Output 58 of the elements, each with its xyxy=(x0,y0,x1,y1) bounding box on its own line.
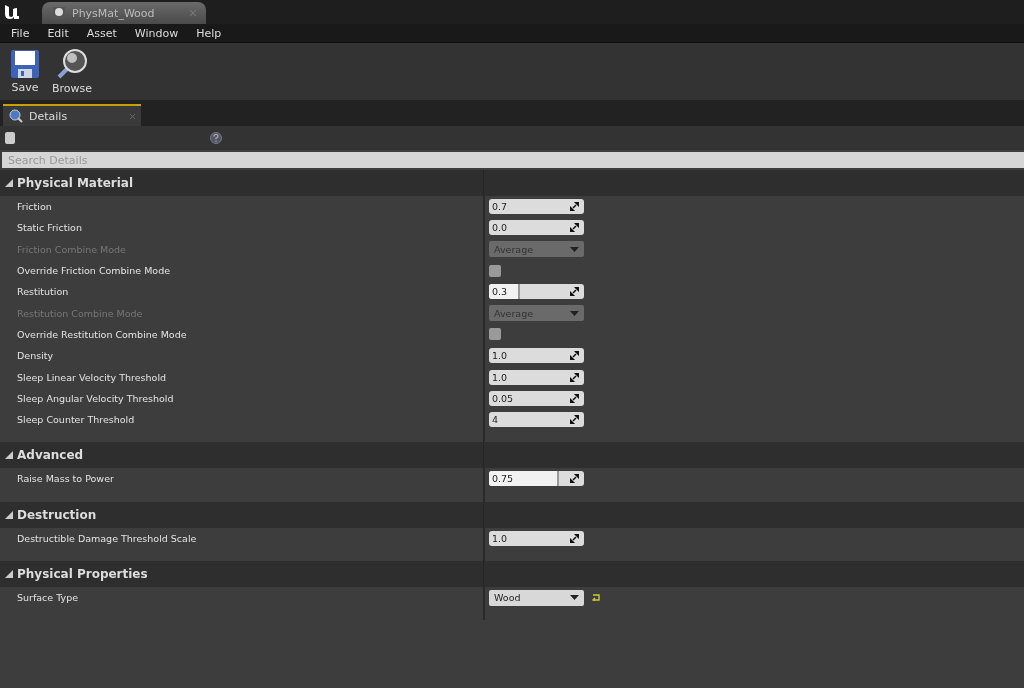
property-label: Raise Mass to Power xyxy=(0,468,485,490)
drag-arrows-icon xyxy=(570,393,579,403)
details-tab[interactable]: Details xyxy=(3,104,141,126)
drag-arrows-icon xyxy=(570,202,579,212)
drag-arrows-icon xyxy=(570,351,579,361)
info-magnifier-icon xyxy=(9,109,23,123)
property-label: Destructible Damage Threshold Scale xyxy=(0,527,485,549)
dropdown[interactable]: Wood xyxy=(489,589,584,606)
browse-button[interactable]: Browse xyxy=(48,46,97,97)
drag-arrows-icon xyxy=(570,223,579,233)
property-label: Sleep Linear Velocity Threshold xyxy=(0,366,485,388)
number-field[interactable]: 1.0 xyxy=(489,530,584,546)
property-label: Sleep Angular Velocity Threshold xyxy=(0,387,485,409)
caret-icon xyxy=(570,310,579,316)
property-label: Restitution xyxy=(0,281,485,303)
property-label: Density xyxy=(0,345,485,367)
checkbox[interactable] xyxy=(489,328,501,341)
number-field[interactable]: 1.0 xyxy=(489,348,584,364)
slider-field[interactable]: 0.3 xyxy=(489,284,584,300)
property-label: Static Friction xyxy=(0,217,485,239)
menu-item[interactable]: Window xyxy=(125,26,188,40)
save-button[interactable]: Save xyxy=(6,47,44,96)
checkbox[interactable] xyxy=(489,264,501,277)
number-field[interactable]: 4 xyxy=(489,412,584,428)
tab-title: PhysMat_Wood xyxy=(72,6,156,20)
menu-item[interactable]: File xyxy=(2,26,39,40)
property-label: Override Restitution Combine Mode xyxy=(0,323,485,346)
asset-thumbnail-icon xyxy=(4,131,16,145)
property-label: Surface Type xyxy=(0,586,485,609)
magnifier-icon xyxy=(55,48,90,80)
close-icon[interactable] xyxy=(130,113,135,119)
caret-icon xyxy=(570,595,579,600)
slider-field[interactable]: 0.75 xyxy=(489,471,584,487)
help-icon[interactable] xyxy=(210,132,222,144)
drag-arrows-icon xyxy=(570,372,579,382)
search-field[interactable]: Search Details xyxy=(2,152,1024,168)
caret-icon xyxy=(570,246,579,252)
document-tab[interactable]: PhysMat_Wood xyxy=(42,2,206,24)
drag-arrows-icon xyxy=(570,287,579,297)
number-field[interactable]: 0.0 xyxy=(489,220,584,236)
property-label: Friction xyxy=(0,196,485,218)
category-header[interactable]: Advanced xyxy=(0,442,1024,469)
property-label: Override Friction Combine Mode xyxy=(0,259,485,282)
number-field[interactable]: 1.0 xyxy=(489,369,584,385)
category-header[interactable]: Destruction xyxy=(0,501,1024,528)
property-label: Sleep Counter Threshold xyxy=(0,408,485,431)
menu-item[interactable]: Help xyxy=(187,26,231,40)
number-field[interactable]: 0.05 xyxy=(489,390,584,406)
menu-item[interactable]: Asset xyxy=(77,26,126,40)
drag-arrows-icon xyxy=(570,415,579,425)
category-header[interactable]: Physical Material xyxy=(0,170,1024,196)
number-field[interactable]: 0.7 xyxy=(489,199,584,215)
drag-arrows-icon xyxy=(570,474,579,484)
menu-item[interactable]: Edit xyxy=(38,26,78,40)
reset-arrow-icon[interactable] xyxy=(592,594,600,601)
category-header[interactable]: Physical Properties xyxy=(0,560,1024,587)
drag-arrows-icon xyxy=(570,533,579,543)
engine-logo-icon xyxy=(2,2,22,22)
